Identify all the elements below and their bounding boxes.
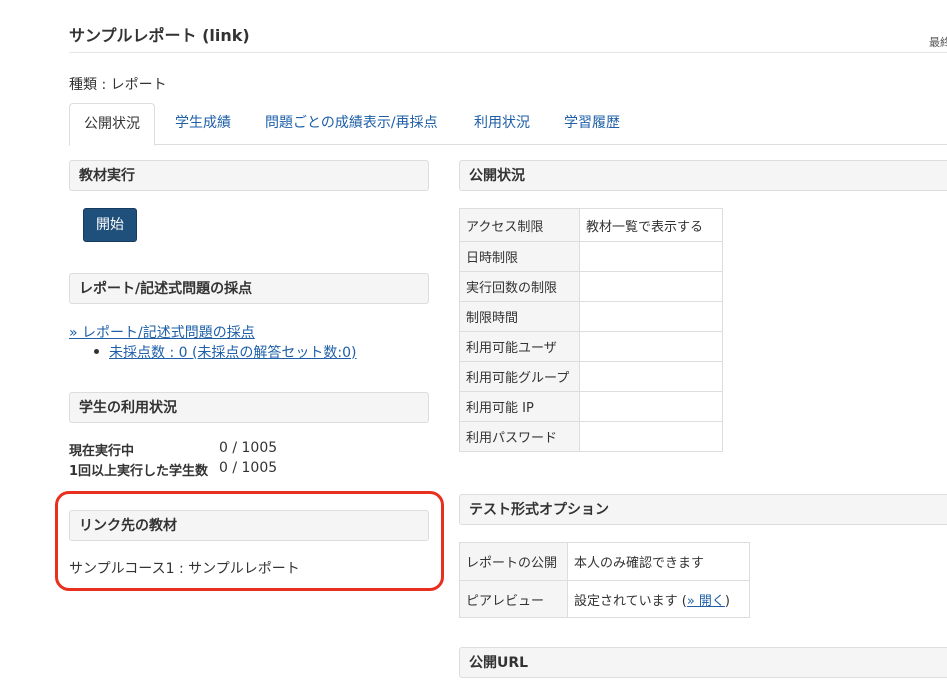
publish-panel-title: 公開状況 [459, 160, 947, 191]
table-row: アクセス制限 教材一覧で表示する [459, 208, 723, 242]
peer-review-value: 設定されています (» 開く) [567, 580, 750, 618]
peer-review-open-link[interactable]: » 開く [687, 594, 725, 609]
usage-panel-title: 学生の利用状況 [69, 392, 429, 423]
tab-per-question-grades[interactable]: 問題ごとの成績表示/再採点 [251, 103, 452, 143]
publish-status-table: アクセス制限 教材一覧で表示する 日時制限 実行回数の制限 制限時間 利用可能ユー… [459, 208, 723, 452]
table-row: 利用パスワード [459, 421, 723, 452]
table-row: 日時制限 [459, 241, 723, 272]
access-limit-label: アクセス制限 [459, 208, 580, 242]
public-url-panel-title: 公開URL [459, 647, 947, 678]
execute-panel-title: 教材実行 [69, 160, 429, 191]
table-row: レポートの公開 本人のみ確認できます [459, 542, 750, 581]
time-limit-value [579, 301, 723, 332]
allowed-users-label: 利用可能ユーザ [459, 331, 580, 362]
grading-panel-title: レポート/記述式問題の採点 [69, 273, 429, 304]
tab-usage[interactable]: 利用状況 [460, 103, 544, 143]
test-options-table: レポートの公開 本人のみ確認できます ピアレビュー 設定されています (» 開く… [459, 542, 750, 618]
table-row: 実行回数の制限 [459, 271, 723, 302]
start-button[interactable]: 開始 [83, 208, 137, 242]
table-row: 利用可能グループ [459, 361, 723, 392]
linked-material-panel-title: リンク先の教材 [69, 510, 429, 541]
tab-publish-status[interactable]: 公開状況 [69, 103, 155, 146]
date-limit-label: 日時制限 [459, 241, 580, 272]
bullet-icon [94, 349, 99, 354]
peer-review-status: 設定されています ( [574, 593, 687, 609]
allowed-groups-label: 利用可能グループ [459, 361, 580, 392]
ungraded-count-link: 未採点数 : 0 (未採点の解答セット数:0) [109, 342, 357, 362]
table-row: ピアレビュー 設定されています (» 開く) [459, 580, 750, 618]
date-limit-value [579, 241, 723, 272]
allowed-ip-value [579, 391, 723, 422]
table-row: 利用可能ユーザ [459, 331, 723, 362]
attempt-limit-value [579, 271, 723, 302]
test-options-panel-title: テスト形式オプション [459, 494, 947, 525]
allowed-groups-value [579, 361, 723, 392]
attempt-limit-label: 実行回数の制限 [459, 271, 580, 302]
running-now-label: 現在実行中 [69, 444, 135, 459]
report-publish-label: レポートの公開 [459, 542, 568, 581]
table-row: 制限時間 [459, 301, 723, 332]
allowed-users-value [579, 331, 723, 362]
time-limit-label: 制限時間 [459, 301, 580, 332]
executed-once-label: 1回以上実行した学生数 [69, 464, 209, 479]
password-label: 利用パスワード [459, 421, 580, 452]
peer-review-label: ピアレビュー [459, 580, 568, 618]
peer-review-close-paren: ) [724, 593, 730, 609]
running-now-value: 0 / 1005 [219, 440, 278, 456]
report-publish-value: 本人のみ確認できます [567, 542, 750, 581]
tab-student-grades[interactable]: 学生成績 [161, 103, 245, 143]
table-row: 利用可能 IP [459, 391, 723, 422]
grading-link[interactable]: » レポート/記述式問題の採点 [69, 322, 255, 342]
allowed-ip-label: 利用可能 IP [459, 391, 580, 422]
tab-bar: 公開状況 学生成績 問題ごとの成績表示/再採点 利用状況 学習履歴 [69, 103, 947, 146]
access-limit-value: 教材一覧で表示する [579, 208, 723, 242]
page-title: サンプルレポート (link) [69, 26, 250, 45]
executed-once-value: 0 / 1005 [219, 460, 278, 476]
material-type: 種類 : レポート [69, 77, 167, 93]
password-value [579, 421, 723, 452]
title-divider [69, 52, 947, 53]
linked-material-text: サンプルコース1 : サンプルレポート [69, 561, 300, 577]
ungraded-count-text[interactable]: 未採点数 : 0 (未採点の解答セット数:0) [109, 345, 357, 361]
tab-learning-history[interactable]: 学習履歴 [550, 103, 634, 143]
last-updated-label: 最終 [929, 36, 947, 49]
